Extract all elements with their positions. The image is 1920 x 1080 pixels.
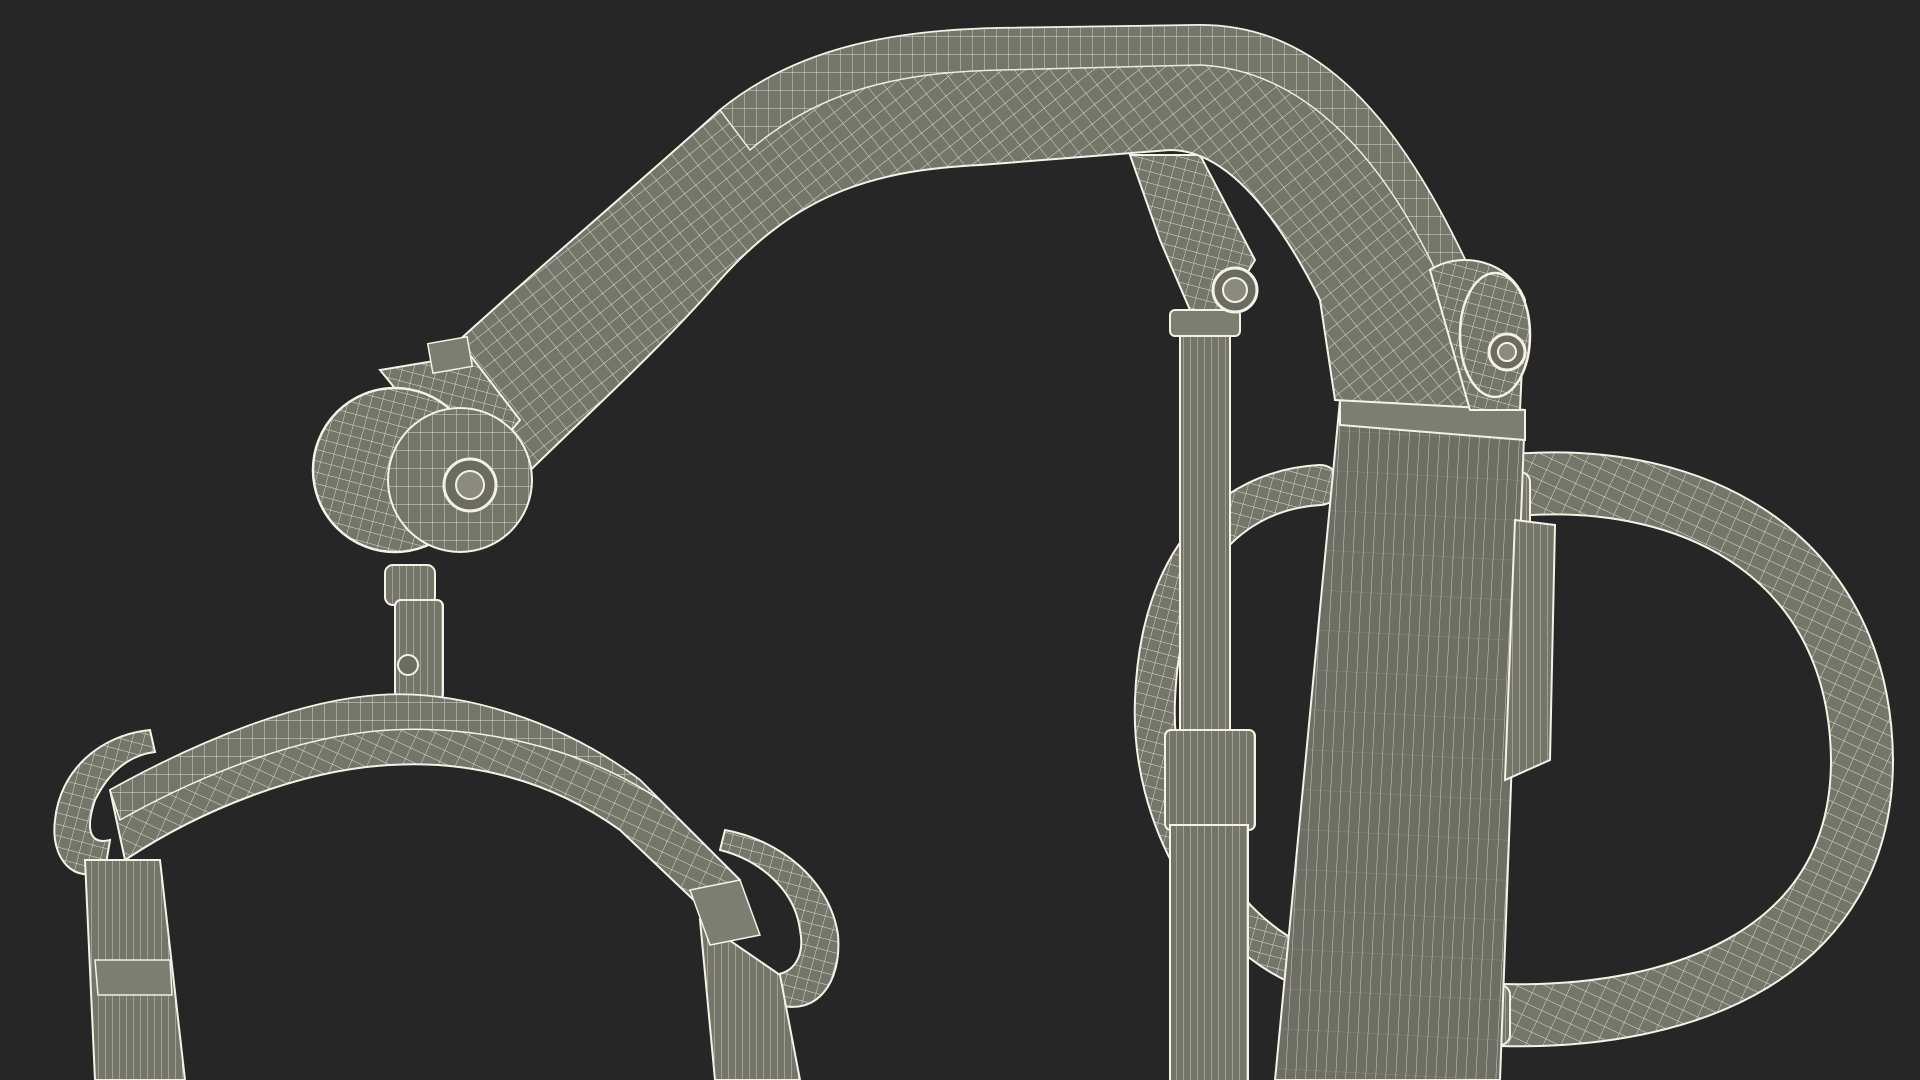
spreader-bar — [108, 693, 742, 927]
wireframe-render — [53, 23, 1895, 1080]
wireframe-viewport — [0, 0, 1920, 1080]
